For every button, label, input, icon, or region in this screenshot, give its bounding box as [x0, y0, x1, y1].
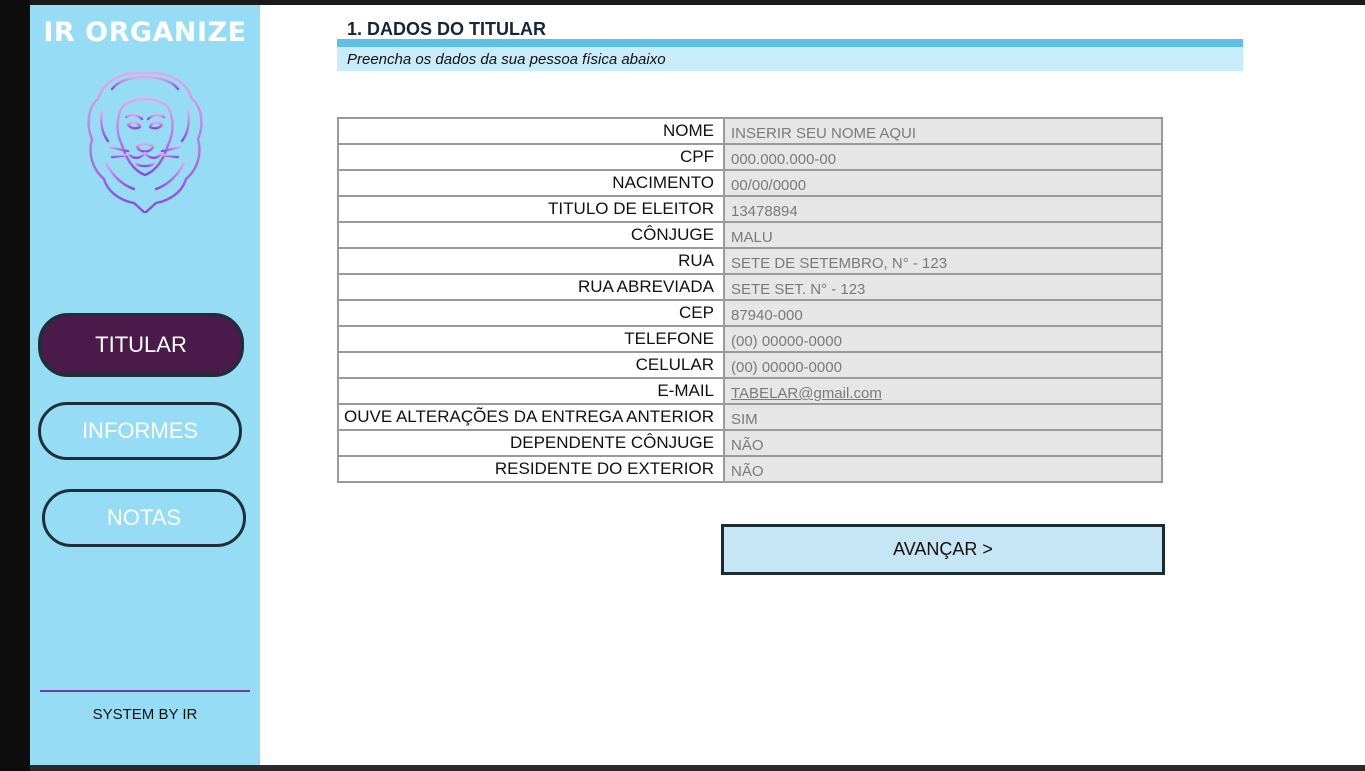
form-row: RESIDENTE DO EXTERIOR NÃO [337, 455, 1163, 483]
field-input-alteracoes[interactable]: SIM [723, 403, 1163, 431]
next-button[interactable]: AVANÇAR > [721, 524, 1165, 575]
window-left-edge [0, 0, 30, 771]
title-accent-bar [337, 39, 1243, 47]
field-label-rua: RUA [337, 247, 725, 275]
field-input-rua-abreviada[interactable]: SETE SET. N° - 123 [723, 273, 1163, 301]
form-row: TELEFONE (00) 00000-0000 [337, 325, 1163, 353]
spreadsheet-sheet: IR ORGANIZE TITULAR INFORMES NOTAS SYSTE… [30, 5, 1365, 765]
form-row: RUA ABREVIADA SETE SET. N° - 123 [337, 273, 1163, 301]
field-input-celular[interactable]: (00) 00000-0000 [723, 351, 1163, 379]
lion-head-icon [87, 71, 203, 213]
titular-form-table: NOME INSERIR SEU NOME AQUI CPF 000.000.0… [337, 117, 1163, 483]
form-row: OUVE ALTERAÇÕES DA ENTREGA ANTERIOR SIM [337, 403, 1163, 431]
field-input-cpf[interactable]: 000.000.000-00 [723, 143, 1163, 171]
window-bottom-edge [30, 765, 1365, 771]
form-row: CELULAR (00) 00000-0000 [337, 351, 1163, 379]
field-label-celular: CELULAR [337, 351, 725, 379]
form-row: NOME INSERIR SEU NOME AQUI [337, 117, 1163, 145]
sidebar: IR ORGANIZE TITULAR INFORMES NOTAS SYSTE… [30, 5, 260, 765]
subtitle-bar: Preencha os dados da sua pessoa física a… [337, 47, 1243, 71]
field-input-residente-exterior[interactable]: NÃO [723, 455, 1163, 483]
field-label-alteracoes: OUVE ALTERAÇÕES DA ENTREGA ANTERIOR [337, 403, 725, 431]
section-subtitle: Preencha os dados da sua pessoa física a… [347, 51, 666, 68]
field-label-titulo-eleitor: TITULO DE ELEITOR [337, 195, 725, 223]
field-input-nome[interactable]: INSERIR SEU NOME AQUI [723, 117, 1163, 145]
section-title: 1. DADOS DO TITULAR [347, 19, 547, 39]
field-label-telefone: TELEFONE [337, 325, 725, 353]
form-row: CPF 000.000.000-00 [337, 143, 1163, 171]
nav-notas-button[interactable]: NOTAS [42, 489, 246, 547]
field-input-email[interactable]: TABELAR@gmail.com [723, 377, 1163, 405]
field-input-cep[interactable]: 87940-000 [723, 299, 1163, 327]
field-label-residente-exterior: RESIDENTE DO EXTERIOR [337, 455, 725, 483]
form-row: NACIMENTO 00/00/0000 [337, 169, 1163, 197]
form-row: CÔNJUGE MALU [337, 221, 1163, 249]
sidebar-divider [40, 690, 250, 692]
field-label-cpf: CPF [337, 143, 725, 171]
brand-title: IR ORGANIZE [43, 17, 247, 48]
sidebar-footer: SYSTEM BY IR [92, 706, 198, 723]
field-label-email: E-MAIL [337, 377, 725, 405]
nav-informes-button[interactable]: INFORMES [38, 402, 242, 460]
field-input-titulo-eleitor[interactable]: 13478894 [723, 195, 1163, 223]
field-input-rua[interactable]: SETE DE SETEMBRO, N° - 123 [723, 247, 1163, 275]
field-label-dependente-conjuge: DEPENDENTE CÔNJUGE [337, 429, 725, 457]
field-label-rua-abreviada: RUA ABREVIADA [337, 273, 725, 301]
form-row: RUA SETE DE SETEMBRO, N° - 123 [337, 247, 1163, 275]
field-label-nascimento: NACIMENTO [337, 169, 725, 197]
form-row: E-MAIL TABELAR@gmail.com [337, 377, 1163, 405]
field-label-cep: CEP [337, 299, 725, 327]
form-row: CEP 87940-000 [337, 299, 1163, 327]
field-input-dependente-conjuge[interactable]: NÃO [723, 429, 1163, 457]
field-input-telefone[interactable]: (00) 00000-0000 [723, 325, 1163, 353]
field-input-nascimento[interactable]: 00/00/0000 [723, 169, 1163, 197]
form-row: DEPENDENTE CÔNJUGE NÃO [337, 429, 1163, 457]
field-label-nome: NOME [337, 117, 725, 145]
field-label-conjuge: CÔNJUGE [337, 221, 725, 249]
form-row: TITULO DE ELEITOR 13478894 [337, 195, 1163, 223]
field-input-conjuge[interactable]: MALU [723, 221, 1163, 249]
nav-titular-button[interactable]: TITULAR [38, 313, 244, 377]
